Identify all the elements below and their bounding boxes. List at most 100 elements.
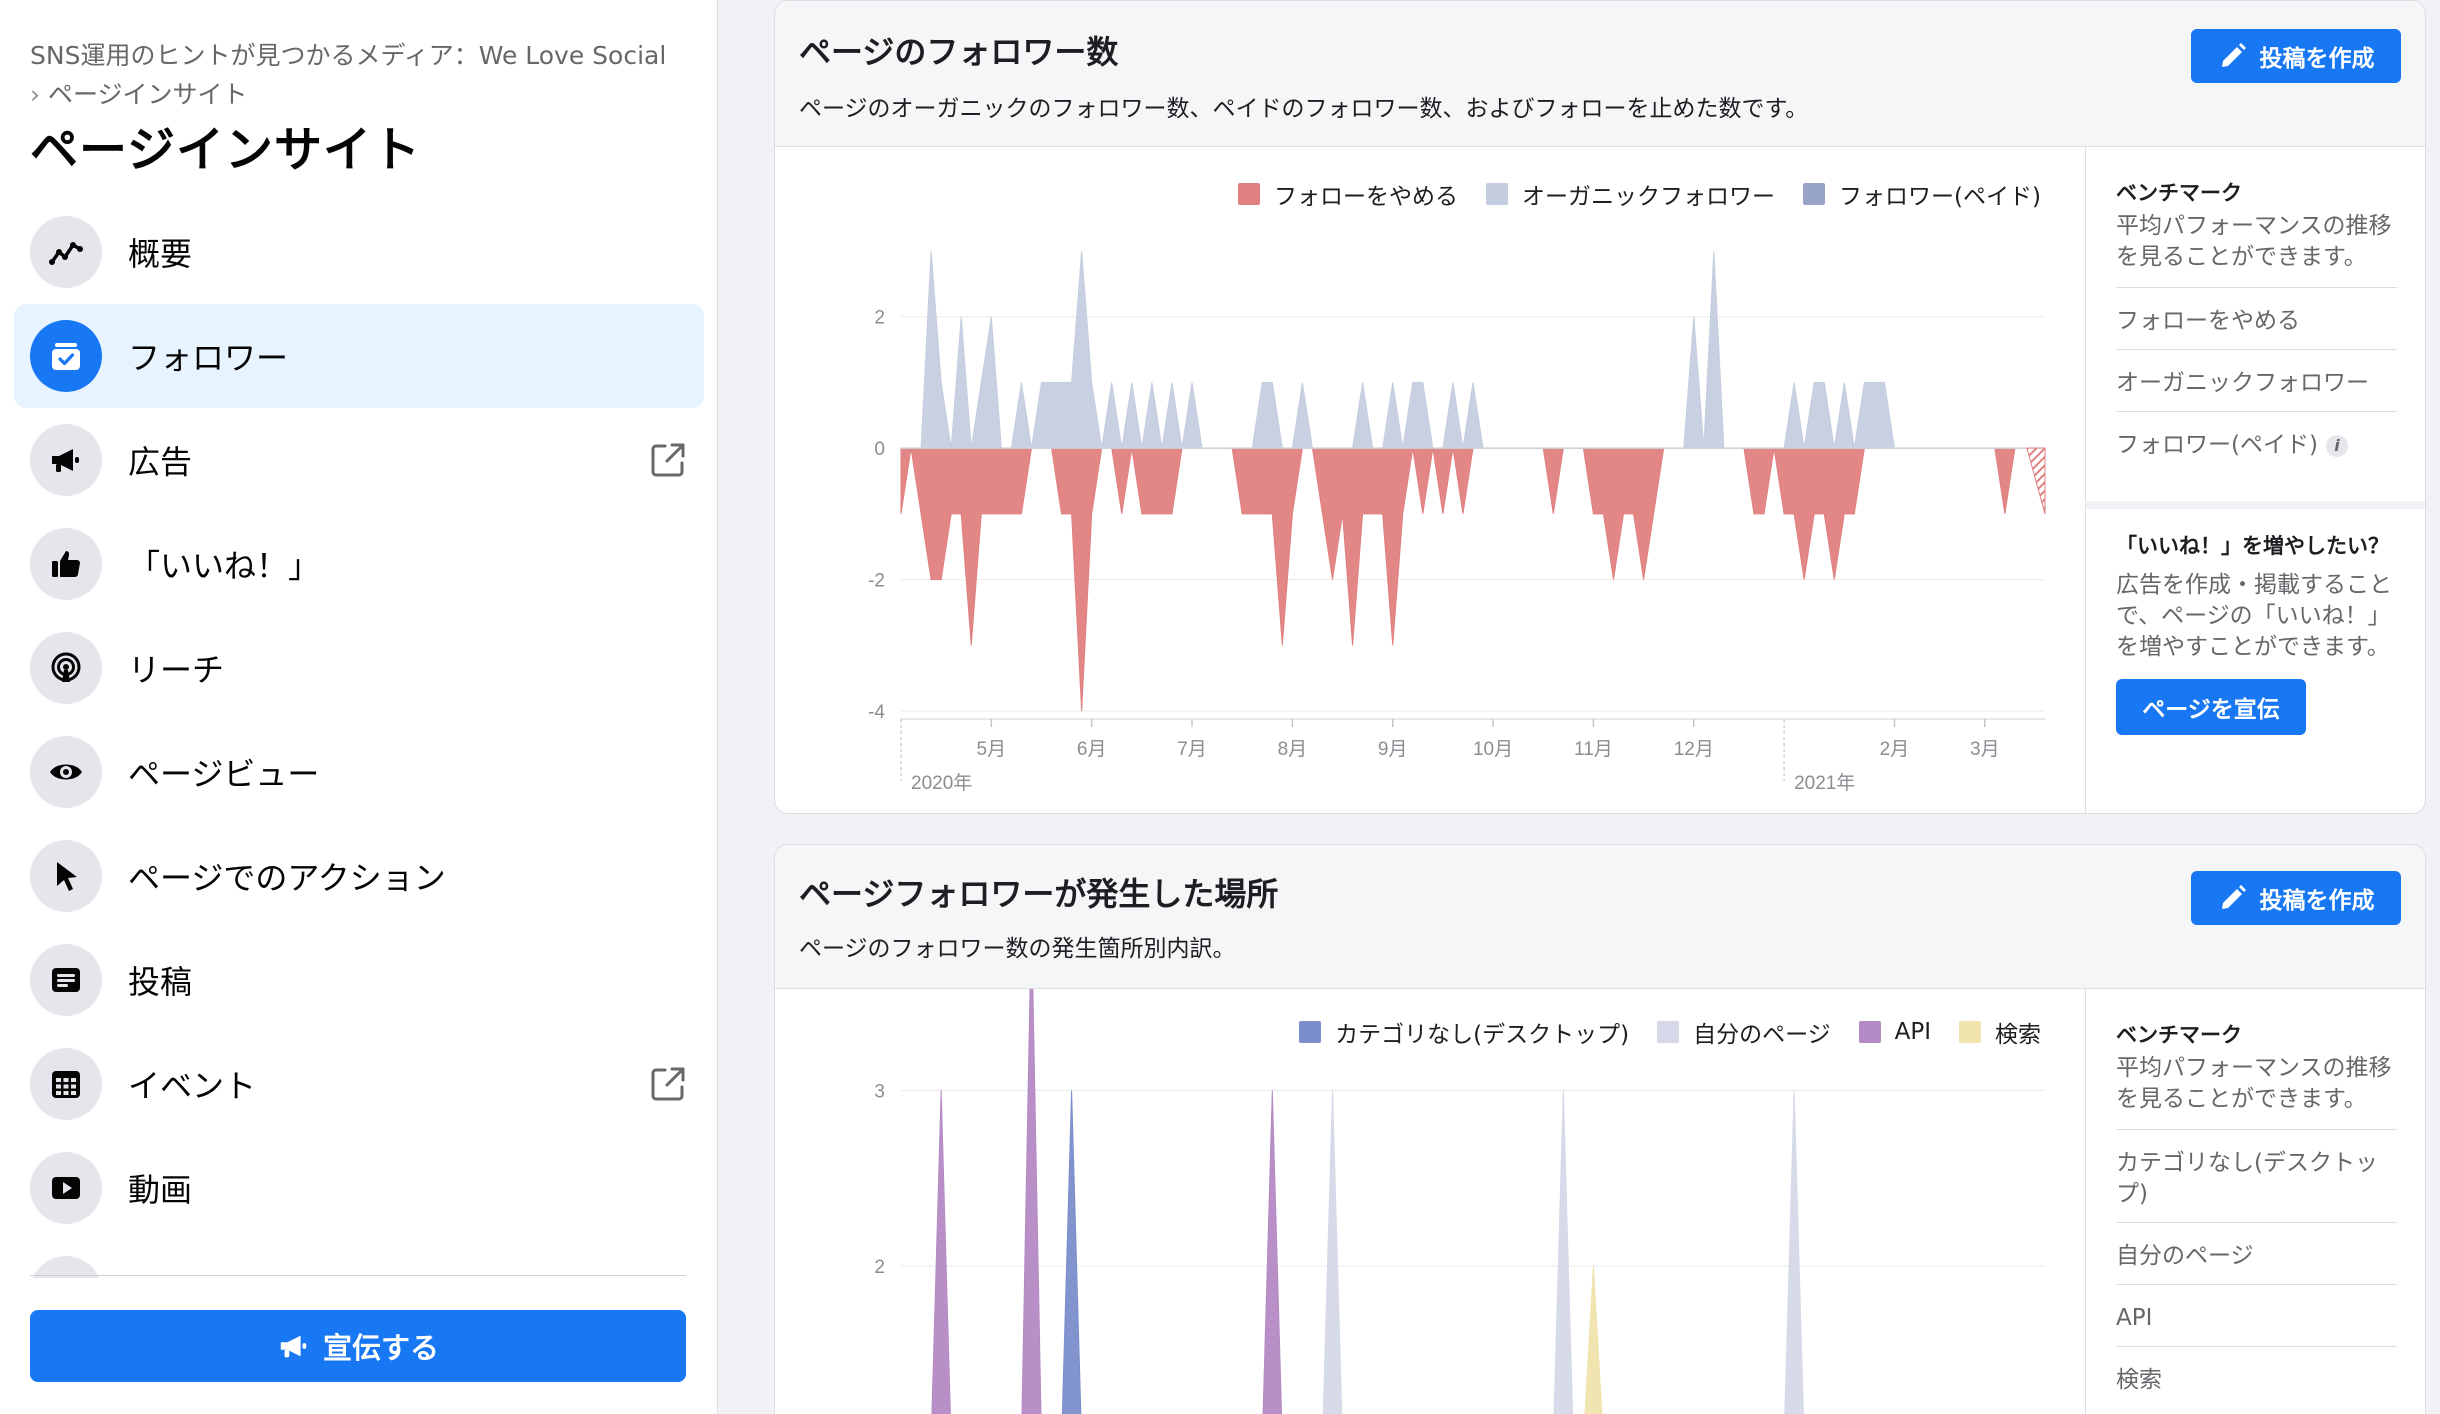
sidebar-item-label: 動画	[128, 1171, 193, 1209]
x-tick-label: 9月	[1378, 739, 1408, 760]
sidebar-item-label: 投稿	[128, 963, 193, 1001]
y-tick-label: -2	[868, 571, 885, 592]
card-title: ページフォロワーが発生した場所	[799, 875, 1279, 913]
create-post-button[interactable]: 投稿を作成	[2191, 29, 2401, 83]
sources-chart: カテゴリなし(デスクトップ) 自分のページ API 検索 321	[775, 989, 2085, 1414]
pencil-icon	[2221, 885, 2246, 909]
benchmark-desc: 平均パフォーマンスの推移を見ることができます。	[2116, 213, 2392, 270]
series-area-search	[1584, 1265, 1603, 1414]
page-followers-card: ページのフォロワー数 ページのオーガニックのフォロワー数、ペイドのフォロワー数、…	[774, 0, 2426, 814]
sidebar-item-events[interactable]: イベント	[14, 1032, 704, 1136]
card-subtitle: ページのフォロワー数の発生箇所別内訳。	[799, 936, 1236, 962]
breadcrumb: SNS運用のヒントが見つかるメディア：We Love Social › ページイ…	[30, 36, 700, 114]
y-tick-label: 2	[874, 308, 885, 329]
benchmark-row-desktop[interactable]: カテゴリなし(デスクトップ)	[2116, 1129, 2397, 1222]
play-icon	[30, 1152, 102, 1224]
sidebar-item-page-actions[interactable]: ページでのアクション	[14, 824, 704, 928]
external-link-icon[interactable]	[648, 440, 688, 480]
sidebar-nav: 概要 フォロワー 広告 「いいね！」 リーチ ページビュー ページでのアクション…	[14, 200, 704, 1278]
x-tick-label: 8月	[1278, 739, 1308, 760]
sidebar-item-ads[interactable]: 広告	[14, 408, 704, 512]
benchmark-row-label: フォローをやめる	[2116, 308, 2300, 334]
follower-sources-card: ページフォロワーが発生した場所 ページのフォロワー数の発生箇所別内訳。 投稿を作…	[774, 844, 2426, 1414]
create-post-label: 投稿を作成	[2259, 46, 2375, 72]
sidebar-item-label: ページビュー	[128, 755, 320, 793]
sidebar-item-label: ページでのアクション	[128, 859, 446, 897]
calendar-icon	[30, 1048, 102, 1120]
series-area-api	[931, 989, 1283, 1414]
y-tick-label: 2	[874, 1257, 885, 1278]
series-area-own_page	[1322, 1090, 1804, 1414]
sidebar-item-videos[interactable]: 動画	[14, 1136, 704, 1240]
post-icon	[30, 944, 102, 1016]
broadcast-icon	[30, 632, 102, 704]
sidebar-item-overview[interactable]: 概要	[14, 200, 704, 304]
benchmark-panel: ベンチマーク 平均パフォーマンスの推移を見ることができます。 フォローをやめる …	[2085, 147, 2425, 507]
benchmark-row-label: フォロワー(ペイド)	[2116, 432, 2318, 458]
x-tick-label: 7月	[1177, 739, 1207, 760]
pencil-icon	[2221, 43, 2246, 67]
sidebar-item-label: リーチ	[128, 651, 225, 689]
create-post-label: 投稿を作成	[2259, 888, 2375, 914]
promo-title: 「いいね！」を増やしたい？	[2116, 534, 2389, 558]
benchmark-row-unfollow[interactable]: フォローをやめる	[2116, 287, 2397, 349]
benchmark-row-label: カテゴリなし(デスクトップ)	[2116, 1150, 2378, 1207]
cursor-icon	[30, 840, 102, 912]
sidebar-item-label: 概要	[128, 235, 193, 273]
breadcrumb-separator: ›	[30, 80, 40, 109]
sidebar-item-followers[interactable]: フォロワー	[14, 304, 704, 408]
benchmark-row-api[interactable]: API	[2116, 1284, 2397, 1346]
info-icon[interactable]: i	[2325, 434, 2348, 457]
external-link-icon[interactable]	[648, 1064, 688, 1104]
sidebar-item-likes[interactable]: 「いいね！」	[14, 512, 704, 616]
followers-chart-svg: 2 0 -2 -4 5月 6月 7月 8月 9月 10月 11月 12月 2月 3月 2020年 2021年	[868, 250, 2046, 794]
eye-icon	[30, 736, 102, 808]
benchmark-title: ベンチマーク	[2116, 181, 2242, 205]
trend-line-icon	[30, 216, 102, 288]
promote-page-button[interactable]: ページを宣伝	[2116, 679, 2306, 735]
series-area-desktop	[1061, 1090, 1082, 1414]
promote-button[interactable]: 宣伝する	[30, 1310, 686, 1382]
y-tick-label: 3	[874, 1082, 885, 1103]
sidebar-item-label: フォロワー	[128, 339, 289, 377]
breadcrumb-current: ページインサイト	[47, 80, 248, 109]
sidebar-item-label: 「いいね！」	[128, 547, 321, 585]
benchmark-row-search[interactable]: 検索	[2116, 1346, 2397, 1408]
sidebar-item-label: 広告	[128, 443, 193, 481]
x-tick-label: 2月	[1880, 739, 1910, 760]
promote-button-label: 宣伝する	[322, 1331, 439, 1365]
benchmark-row-organic[interactable]: オーガニックフォロワー	[2116, 349, 2397, 411]
benchmark-desc: 平均パフォーマンスの推移を見ることができます。	[2116, 1055, 2392, 1112]
promo-desc: 広告を作成・掲載することで、ページの「いいね！」を増やすことができます。	[2116, 572, 2392, 660]
card-subtitle: ページのオーガニックのフォロワー数、ペイドのフォロワー数、およびフォローを止めた…	[799, 96, 1809, 122]
benchmark-title: ベンチマーク	[2116, 1023, 2242, 1047]
year-label: 2020年	[911, 772, 972, 794]
breadcrumb-page-link[interactable]: SNS運用のヒントが見つかるメディア：We Love Social	[30, 41, 666, 70]
x-tick-label: 12月	[1674, 739, 1714, 760]
benchmark-row-label: 検索	[2116, 1367, 2162, 1393]
sidebar-item-partial[interactable]	[14, 1240, 704, 1278]
x-tick-label: 3月	[1970, 739, 2000, 760]
followers-chart: フォローをやめる オーガニックフォロワー フォロワー(ペイド) 2 0 -2 -4 5月…	[775, 147, 2085, 813]
benchmark-row-paid[interactable]: フォロワー(ペイド) i	[2116, 411, 2397, 473]
card-header: ページフォロワーが発生した場所 ページのフォロワー数の発生箇所別内訳。 投稿を作…	[775, 845, 2425, 989]
sidebar-item-reach[interactable]: リーチ	[14, 616, 704, 720]
megaphone-icon	[30, 424, 102, 496]
sidebar-item-page-views[interactable]: ページビュー	[14, 720, 704, 824]
create-post-button[interactable]: 投稿を作成	[2191, 871, 2401, 925]
sidebar-item-posts[interactable]: 投稿	[14, 928, 704, 1032]
benchmark-panel: ベンチマーク 平均パフォーマンスの推移を見ることができます。 カテゴリなし(デス…	[2085, 989, 2425, 1414]
benchmark-row-label: オーガニックフォロワー	[2116, 370, 2369, 396]
benchmark-row-own-page[interactable]: 自分のページ	[2116, 1222, 2397, 1284]
x-tick-label: 5月	[977, 739, 1007, 760]
sidebar-divider	[30, 1275, 686, 1276]
y-tick-label: -4	[868, 702, 885, 723]
x-tick-label: 6月	[1077, 739, 1107, 760]
follower-check-icon	[30, 320, 102, 392]
benchmark-row-label: 自分のページ	[2116, 1243, 2254, 1269]
card-header: ページのフォロワー数 ページのオーガニックのフォロワー数、ペイドのフォロワー数、…	[775, 1, 2425, 147]
benchmark-row-label: API	[2116, 1305, 2153, 1331]
promote-page-panel: 「いいね！」を増やしたい？ 広告を作成・掲載することで、ページの「いいね！」を増…	[2085, 501, 2425, 813]
year-label: 2021年	[1794, 772, 1855, 794]
x-tick-label: 10月	[1473, 739, 1513, 760]
